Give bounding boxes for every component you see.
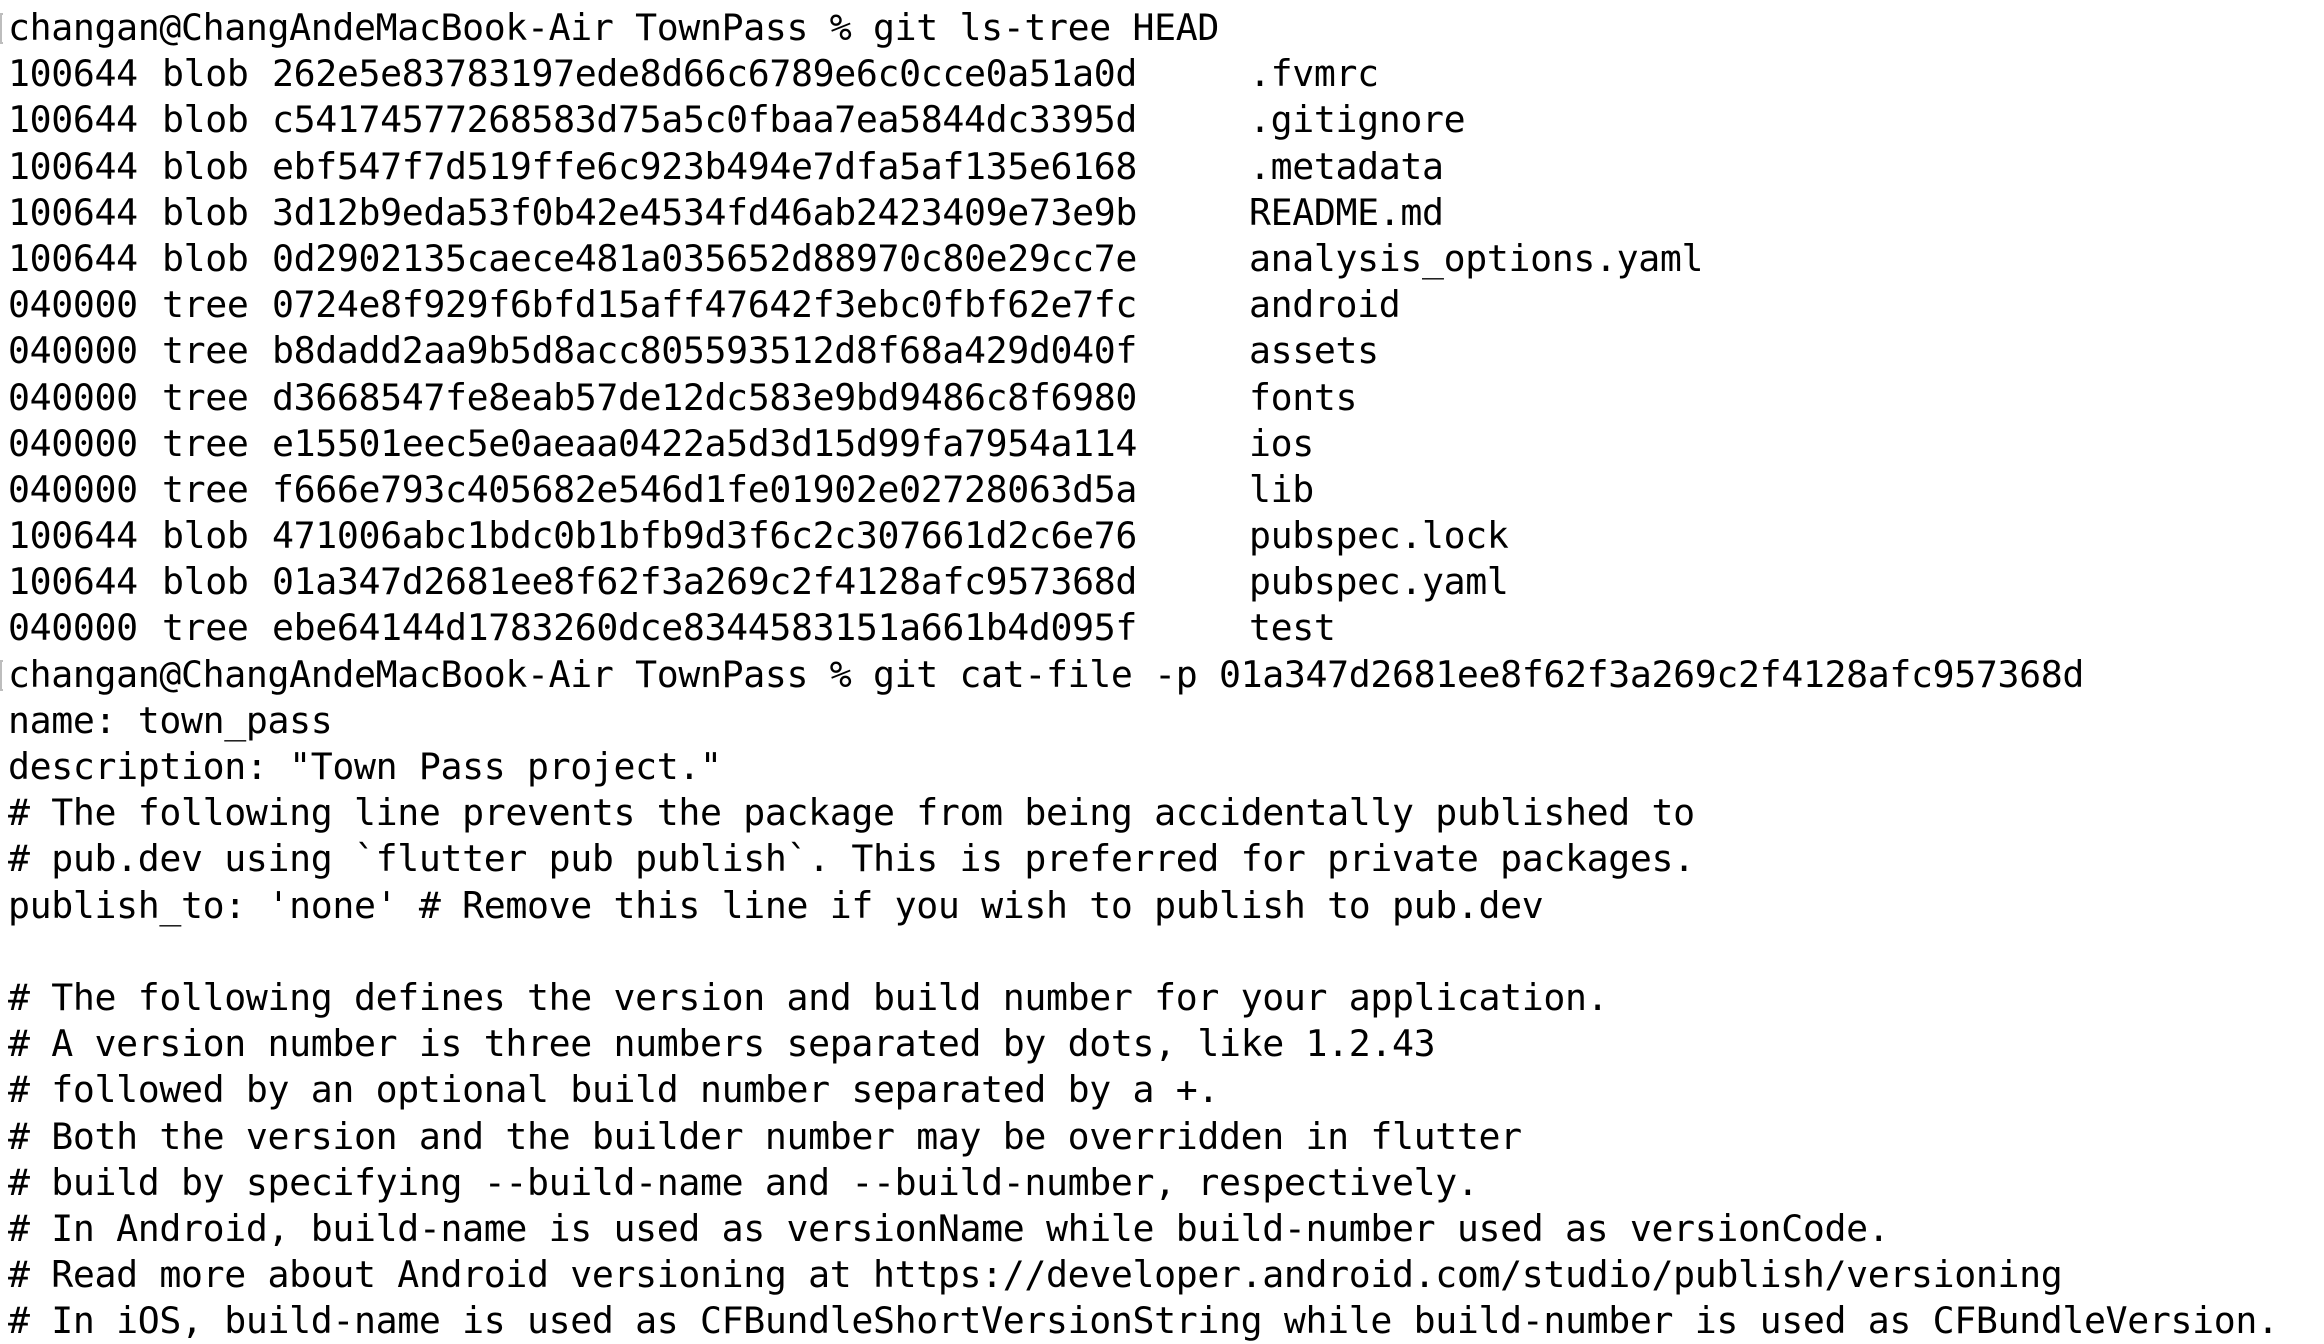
file-name: pubspec.lock [1249,514,1509,558]
object-hash: 0724e8f929f6bfd15aff47642f3ebc0fbf62e7fc [272,283,1137,327]
ls-tree-row: 040000 tree ebe64144d1783260dce8344583151a… [8,605,2279,651]
file-mode: 100644 [8,514,138,558]
file-mode: 100644 [8,236,138,280]
output-line: # Both the version and the builder numbe… [8,1114,1522,1158]
object-hash: ebe64144d1783260dce8344583151a661b4d095f [272,606,1137,650]
object-hash: 471006abc1bdc0b1bfb9d3f6c2c307661d2c6e76 [272,514,1137,558]
ls-tree-row: 100644 blob 01a347d2681ee8f62f3a269c2f4128… [8,559,2279,605]
object-hash: f666e793c405682e546d1fe01902e02728063d5a [272,467,1137,511]
object-type: blob [162,98,249,142]
file-name: fonts [1249,375,1358,419]
object-hash: 3d12b9eda53f0b42e4534fd46ab2423409e73e9b [272,190,1137,234]
prompt-user-host: changan@ChangAndeMacBook-Air [8,652,614,696]
object-type: blob [162,236,249,280]
object-type: blob [162,144,249,188]
file-mode: 100644 [8,52,138,96]
output-line: description: "Town Pass project." [8,745,722,788]
file-mode: 040000 [8,421,138,465]
object-hash: e15501eec5e0aeaa0422a5d3d15d99fa7954a114 [272,421,1137,465]
object-type: blob [162,190,249,234]
output-line: publish_to: 'none' # Remove this line if… [8,883,1544,927]
output-line: # A version number is three numbers sepa… [8,1022,1436,1066]
object-type: tree [162,421,249,465]
output-line: # The following line prevents the packag… [8,791,1695,835]
prompt-user-host: changan@ChangAndeMacBook-Air [8,6,614,49]
file-mode: 040000 [8,329,138,373]
ls-tree-row: 100644 blob 3d12b9eda53f0b42e4534fd46ab242… [8,190,2279,236]
output-line: # followed by an optional build number s… [8,1068,1219,1112]
object-hash: d3668547fe8eab57de12dc583e9bd9486c8f6980 [272,375,1137,419]
file-name: android [1249,283,1401,327]
file-name: pubspec.yaml [1249,560,1509,604]
output-line: # pub.dev using `flutter pub publish`. T… [8,837,1695,881]
object-type: tree [162,375,249,419]
prompt-directory: TownPass [635,6,809,49]
file-mode: 100644 [8,144,138,188]
file-name: ios [1249,421,1314,465]
file-name: test [1249,606,1336,650]
ls-tree-row: 040000 tree e15501eec5e0aeaa0422a5d3d15d99… [8,421,2279,467]
object-type: blob [162,514,249,558]
file-name: lib [1249,467,1314,511]
object-type: tree [162,606,249,650]
prompt-line-2: changan@ChangAndeMacBook-Air TownPass % … [0,652,2279,698]
object-type: blob [162,560,249,604]
object-hash: b8dadd2aa9b5d8acc805593512d8f68a429d040f [272,329,1137,373]
file-name: .metadata [1249,144,1444,188]
object-hash: ebf547f7d519ffe6c923b494e7dfa5af135e6168 [272,144,1137,188]
object-hash: 262e5e83783197ede8d66c6789e6c0cce0a51a0d [272,52,1137,96]
object-hash: 01a347d2681ee8f62f3a269c2f4128afc957368d [272,560,1137,604]
ls-tree-row: 100644 blob 471006abc1bdc0b1bfb9d3f6c2c307… [8,513,2279,559]
terminal-output: changan@ChangAndeMacBook-Air TownPass % … [0,5,2279,1344]
output-line: # build by specifying --build-name and -… [8,1160,1479,1204]
prompt-line-1: changan@ChangAndeMacBook-Air TownPass % … [0,5,2279,51]
prompt-mark-icon [0,659,3,691]
output-line: name: town_pass [8,698,333,742]
ls-tree-row: 040000 tree 0724e8f929f6bfd15aff47642f3ebc… [8,282,2279,328]
ls-tree-row: 040000 tree f666e793c405682e546d1fe01902e0… [8,467,2279,513]
ls-tree-row: 100644 blob c54174577268583d75a5c0fbaa7ea5… [8,97,2279,143]
command-text: git ls-tree HEAD [873,6,1219,49]
file-name: analysis_options.yaml [1249,236,1704,280]
file-mode: 040000 [8,375,138,419]
object-hash: 0d2902135caece481a035652d88970c80e29cc7e [272,236,1137,280]
file-mode: 040000 [8,606,138,650]
prompt-symbol: % [829,652,852,696]
file-name: assets [1249,329,1379,373]
object-type: tree [162,467,249,511]
ls-tree-row: 040000 tree b8dadd2aa9b5d8acc805593512d8f6… [8,328,2279,374]
ls-tree-row: 100644 blob 0d2902135caece481a035652d88970… [8,236,2279,282]
output-line [8,929,2279,975]
file-mode: 100644 [8,560,138,604]
file-name: .gitignore [1249,98,1466,142]
file-mode: 100644 [8,98,138,142]
output-line: # Read more about Android versioning at … [8,1253,2063,1297]
command-text: git cat-file -p 01a347d2681ee8f62f3a269c… [873,652,2084,696]
output-line: # The following defines the version and … [8,975,1609,1019]
terminal-window[interactable]: changan@ChangAndeMacBook-Air TownPass % … [0,0,2324,1344]
ls-tree-row: 040000 tree d3668547fe8eab57de12dc583e9bd9… [8,375,2279,421]
object-type: tree [162,283,249,327]
object-type: tree [162,329,249,373]
ls-tree-row: 100644 blob 262e5e83783197ede8d66c6789e6c0… [8,51,2279,97]
file-mode: 040000 [8,467,138,511]
prompt-directory: TownPass [635,652,809,696]
object-type: blob [162,52,249,96]
object-hash: c54174577268583d75a5c0fbaa7ea5844dc3395d [272,98,1137,142]
output-line: # In Android, build-name is used as vers… [8,1206,1890,1250]
ls-tree-row: 100644 blob ebf547f7d519ffe6c923b494e7dfa5… [8,144,2279,190]
file-name: README.md [1249,190,1444,234]
prompt-symbol: % [829,6,852,49]
file-mode: 100644 [8,190,138,234]
file-mode: 040000 [8,283,138,327]
output-line: # In iOS, build-name is used as CFBundle… [8,1299,2279,1343]
prompt-mark-icon [0,13,3,44]
file-name: .fvmrc [1249,52,1379,96]
